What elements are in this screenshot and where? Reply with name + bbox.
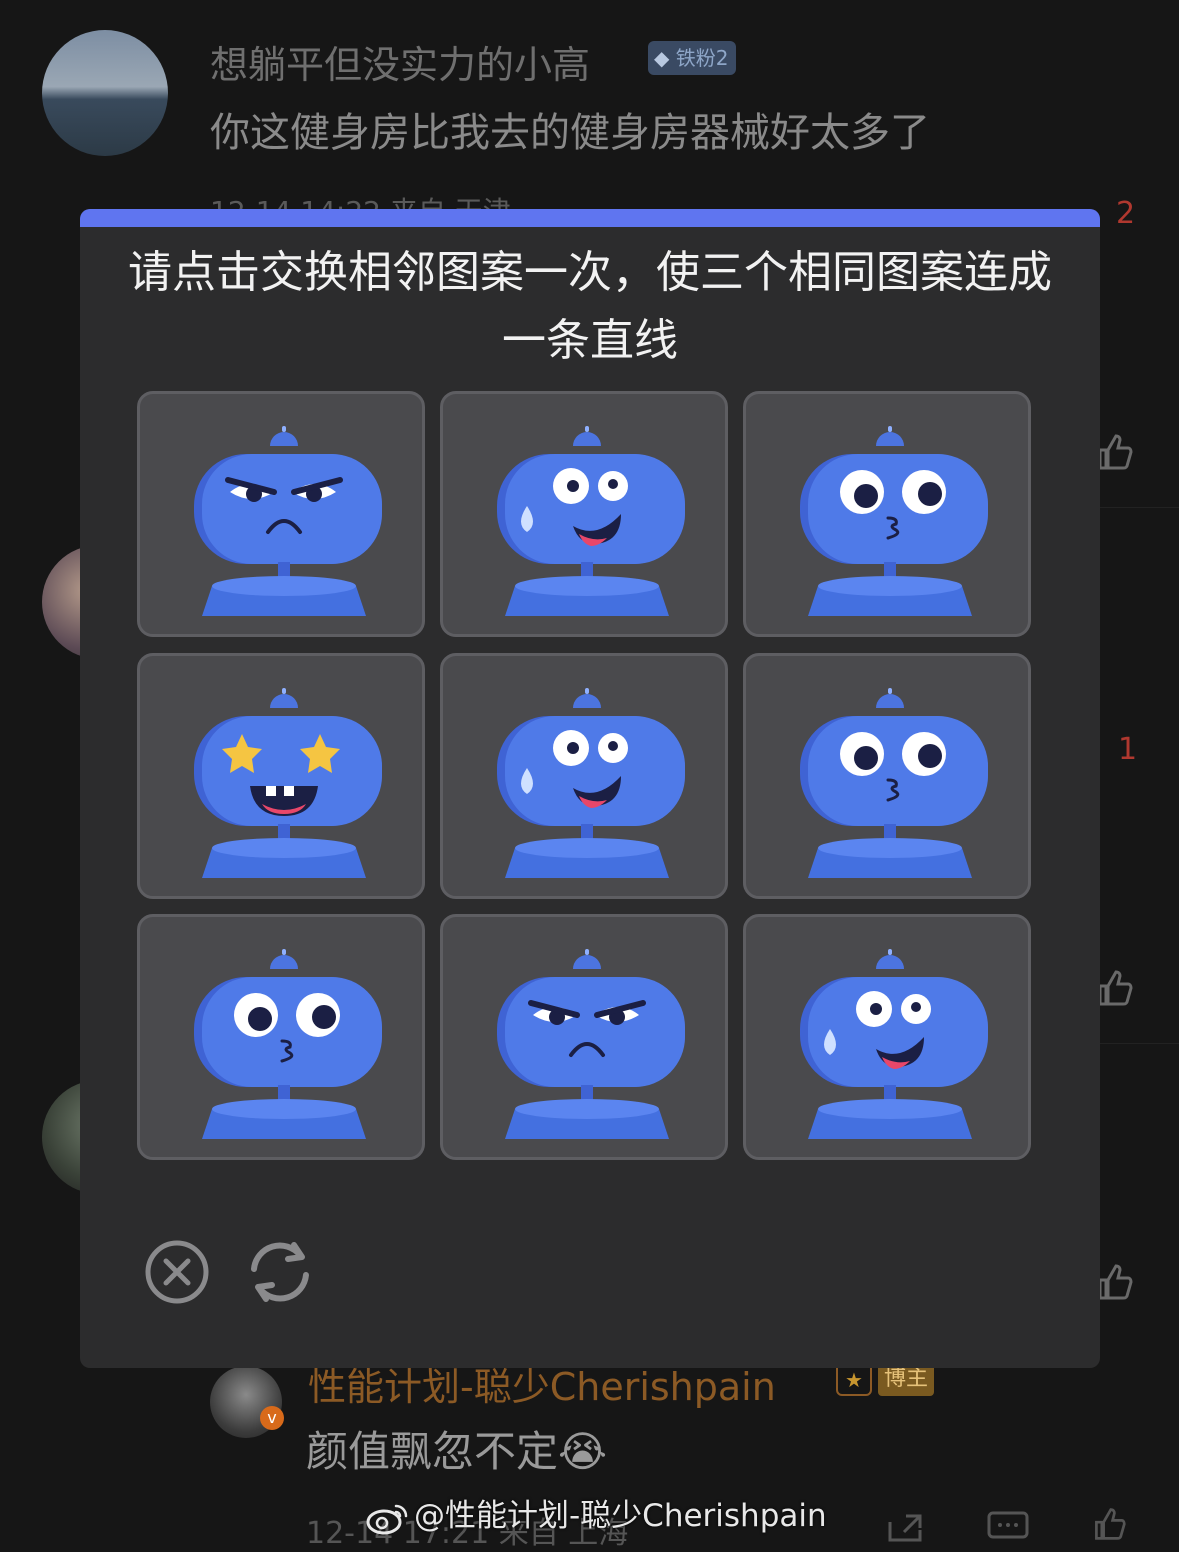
captcha-dialog: 请点击交换相邻图案一次，使三个相同图案连成一条直线 [80,209,1100,1368]
captcha-tile[interactable] [137,914,425,1160]
weibo-logo-icon [366,1504,408,1534]
fan-badge-label: 铁粉2 [675,46,729,70]
robot-kiss-icon [194,949,382,1139]
robot-nervous-sweat-icon [497,688,685,878]
thumb-up-icon[interactable] [1088,1506,1130,1546]
dialog-accent-bar [80,209,1100,227]
thumb-up-icon[interactable] [1094,968,1134,1017]
captcha-tile[interactable] [440,914,728,1160]
verified-icon: v [260,1406,284,1430]
robot-nervous-sweat-icon [800,949,988,1139]
robot-star-eyes-icon [194,688,382,878]
divider [1100,507,1179,508]
captcha-tile[interactable] [743,653,1031,899]
captcha-tile[interactable] [137,653,425,899]
divider [1100,1043,1179,1044]
avatar[interactable] [42,30,168,156]
captcha-tile[interactable] [137,391,425,637]
like-count: 2 [1116,196,1136,231]
captcha-tile[interactable] [743,914,1031,1160]
captcha-tile[interactable] [440,653,728,899]
robot-angry-icon [194,426,382,616]
diamond-icon: ◆ [654,46,670,70]
thumb-up-icon[interactable] [1094,432,1134,481]
captcha-instruction: 请点击交换相邻图案一次，使三个相同图案连成一条直线 [128,247,1052,366]
like-count: 1 [1118,732,1138,767]
watermark-text: @性能计划-聪少Cherishpain [414,1498,827,1534]
robot-kiss-icon [800,426,988,616]
watermark: @性能计划-聪少Cherishpain [366,1490,827,1536]
robot-angry-icon [497,949,685,1139]
comment-username[interactable]: 想躺平但没实力的小高 [210,34,590,89]
robot-nervous-sweat-icon [497,426,685,616]
comment-text: 颜值飘忽不定😭 [306,1427,608,1476]
refresh-button[interactable] [242,1239,318,1309]
captcha-tile[interactable] [440,391,728,637]
captcha-tile[interactable] [743,391,1031,637]
comment-icon[interactable] [986,1510,1030,1546]
close-button[interactable] [144,1239,210,1309]
close-circle-icon [145,1240,209,1304]
comment-text: 你这健身房比我去的健身房器械好太多了 [210,110,930,156]
fan-badge: ◆ 铁粉2 [648,41,737,75]
robot-kiss-icon [800,688,988,878]
thumb-up-icon[interactable] [1094,1262,1134,1311]
refresh-icon [251,1242,309,1302]
share-icon[interactable] [886,1512,926,1546]
